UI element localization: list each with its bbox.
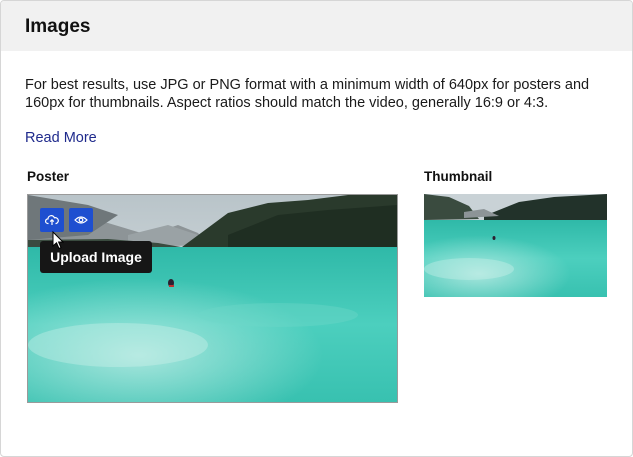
cloud-upload-icon [45,215,59,225]
preview-image-button[interactable] [69,208,93,232]
images-panel: Images For best results, use JPG or PNG … [0,0,633,457]
format-description: For best results, use JPG or PNG format … [25,77,590,111]
panel-header: Images [1,1,632,51]
section-title: Images [25,16,91,37]
mouse-pointer-icon [52,231,65,250]
thumbnail-image[interactable] [424,194,607,297]
thumbnail-label: Thumbnail [424,169,493,184]
read-more-link[interactable]: Read More [25,129,97,147]
eye-icon [74,216,88,224]
thumbnail-lake-scene [424,194,607,297]
poster-label: Poster [27,169,70,184]
upload-image-button[interactable] [40,208,64,232]
